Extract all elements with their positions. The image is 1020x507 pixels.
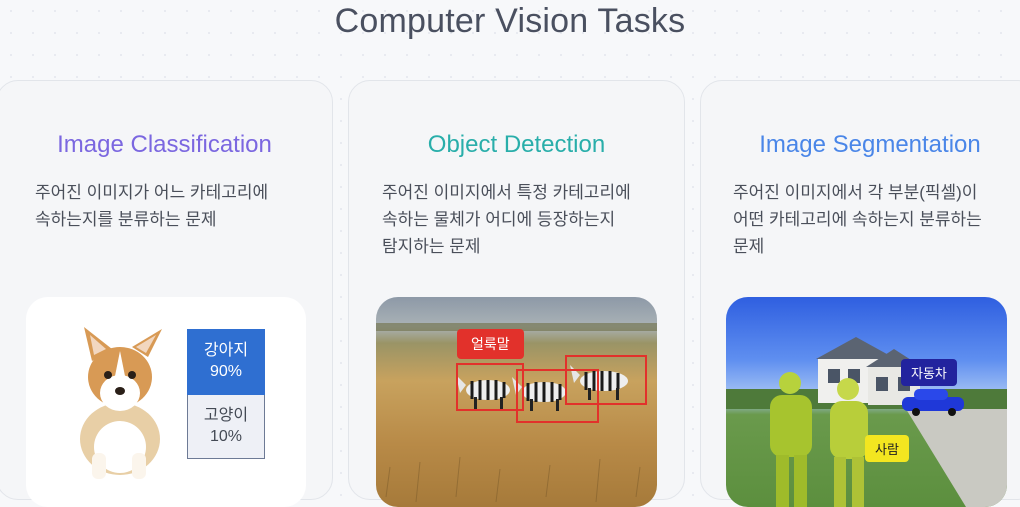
card-description: 주어진 이미지에서 각 부분(픽셀)이 어떤 카테고리에 속하는지 분류하는 문…	[733, 179, 982, 260]
card-title: Image Classification	[57, 131, 272, 158]
detection-label-tag: 얼룩말	[457, 329, 524, 359]
segmentation-label-car: 자동차	[901, 359, 957, 386]
prediction-label: 강아지	[203, 342, 249, 359]
description-line: 주어진 이미지에서 특정 카테고리에	[382, 183, 631, 202]
detection-image-panel: 얼룩말	[376, 297, 657, 507]
bounding-box	[456, 363, 524, 411]
description-line: 속하는지를 분류하는 문제	[35, 210, 217, 229]
description-line: 주어진 이미지가 어느 카테고리에	[35, 183, 269, 202]
segmentation-image-panel: 자동차 사람	[726, 297, 1007, 507]
page-title: Computer Vision Tasks	[334, 2, 686, 40]
segmentation-label-person: 사람	[865, 435, 909, 462]
description-line: 속하는 물체가 어디에 등장하는지	[382, 210, 616, 229]
card-title: Image Segmentation	[759, 131, 981, 158]
corgi-dog-image	[80, 327, 162, 479]
prediction-dog: 강아지 90%	[187, 329, 265, 395]
description-line: 주어진 이미지에서 각 부분(픽셀)이	[733, 183, 978, 202]
prediction-value: 90%	[209, 363, 243, 380]
card-object-detection: Object Detection 주어진 이미지에서 특정 카테고리에 속하는 …	[348, 80, 685, 507]
description-line: 어떤 카테고리에 속하는지 분류하는	[733, 210, 982, 229]
card-title: Object Detection	[427, 131, 606, 158]
bounding-box	[565, 355, 647, 405]
card-image-classification: Image Classification 주어진 이미지가 어느 카테고리에 속…	[0, 80, 333, 507]
prediction-label: 고양이	[203, 407, 249, 424]
prediction-cat: 고양이 10%	[187, 395, 265, 459]
card-image-segmentation: Image Segmentation 주어진 이미지에서 각 부분(픽셀)이 어…	[700, 80, 1020, 507]
description-line: 문제	[733, 237, 765, 256]
house-people-scene-image	[726, 337, 1007, 507]
prediction-value: 10%	[209, 428, 243, 445]
classification-image-panel: 강아지 90% 고양이 10%	[26, 297, 306, 507]
description-line: 탐지하는 문제	[382, 237, 481, 256]
card-description: 주어진 이미지가 어느 카테고리에 속하는지를 분류하는 문제	[35, 179, 268, 233]
card-description: 주어진 이미지에서 특정 카테고리에 속하는 물체가 어디에 등장하는지 탐지하…	[382, 179, 631, 260]
